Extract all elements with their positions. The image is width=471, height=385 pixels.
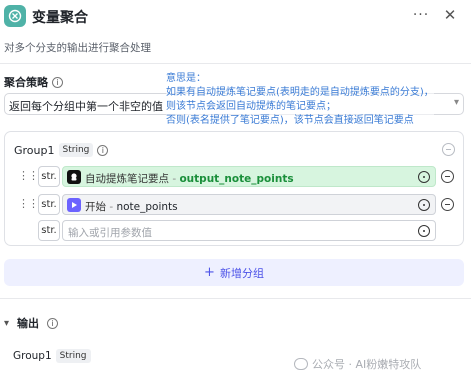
variable-row: ⋮⋮ str. 自动提炼笔记要点 - output_note_points [5,166,465,188]
group-card: Group1 String i ⋮⋮ str. 自动提炼笔记要点 - outpu… [4,131,464,246]
annotation-line: 如果有自动提炼笔记要点(表明走的是自动提炼要点的分支)， [166,87,434,98]
info-icon[interactable]: i [47,317,59,329]
watermark: 公众号 · AI粉嫩特攻队 [294,356,421,372]
strategy-value: 返回每个分组中第一个非空的值 [9,100,163,113]
add-group-button[interactable]: + 新增分组 [4,259,464,286]
node-title[interactable]: 变量聚合 [32,7,88,27]
node-description: 对多个分支的输出进行聚合处理 [4,42,151,54]
type-tag: String [58,143,94,157]
remove-group-icon[interactable] [442,143,455,156]
strategy-label-text: 聚合策略 [4,76,48,89]
reference-placeholder: 输入或引用参数值 [68,227,152,239]
strategy-label: 聚合策略 i [4,74,63,90]
group-name[interactable]: Group1 [14,144,55,157]
reference-separator: - [106,201,117,213]
divider [0,63,471,64]
reference-separator: - [169,173,180,185]
variable-row: ⋮⋮ str. 开始 - note_points [5,194,465,216]
annotation-line: 否则(表名提供了笔记要点)，该节点会直接返回笔记要点 [166,115,414,126]
reference-text: 开始 - note_points [85,199,178,214]
annotation-line: 则该节点会返回自动提炼的笔记要点； [166,101,336,112]
divider [0,298,471,299]
group-title: Group1 String i [14,143,109,157]
wechat-icon [294,358,308,370]
reference-field[interactable]: 自动提炼笔记要点 - output_note_points [62,166,436,187]
plus-icon: + [204,265,215,280]
add-group-label: 新增分组 [219,266,264,280]
reference-text: 自动提炼笔记要点 - output_note_points [85,171,294,186]
type-selector[interactable]: str. [38,220,60,241]
drag-handle-icon[interactable]: ⋮⋮ [18,198,39,210]
output-item: Group1 String [13,349,91,363]
variable-row: str. 输入或引用参数值 [5,220,465,242]
reference-source: 自动提炼笔记要点 [85,173,169,185]
info-icon[interactable]: i [52,76,63,88]
reference-variable: note_points [116,201,178,213]
output-item-name: Group1 [13,350,52,362]
type-tag: String [55,349,91,363]
type-selector[interactable]: str. [38,194,60,215]
target-icon[interactable] [418,225,430,237]
node-header: 变量聚合 ··· ✕ [0,0,471,34]
note-node-icon [67,170,81,184]
aggregate-node-icon [4,5,26,27]
remove-row-icon[interactable] [441,170,454,183]
reference-field[interactable]: 开始 - note_points [62,194,436,215]
annotation-line: 意思是： [166,73,206,84]
reference-source: 开始 [85,201,106,213]
chevron-down-icon: ▾ [453,97,459,108]
start-node-icon [67,198,81,212]
chevron-down-icon[interactable]: ▾ [4,318,9,329]
close-button[interactable]: ✕ [441,6,459,24]
type-selector[interactable]: str. [38,166,60,187]
reference-input[interactable]: 输入或引用参数值 [62,220,436,241]
drag-handle-icon[interactable]: ⋮⋮ [18,170,39,182]
target-icon[interactable] [418,199,430,211]
annotation-note: 意思是： 如果有自动提炼笔记要点(表明走的是自动提炼要点的分支)， 则该节点会返… [166,72,434,128]
target-icon[interactable] [418,171,430,183]
output-label: 输出 [17,317,40,330]
remove-row-icon[interactable] [441,198,454,211]
info-icon[interactable]: i [97,144,109,156]
more-options-button[interactable]: ··· [412,6,430,24]
reference-variable: output_note_points [179,173,294,185]
watermark-text: 公众号 · AI粉嫩特攻队 [312,358,422,371]
output-section-header[interactable]: ▾ 输出 i [4,315,59,331]
